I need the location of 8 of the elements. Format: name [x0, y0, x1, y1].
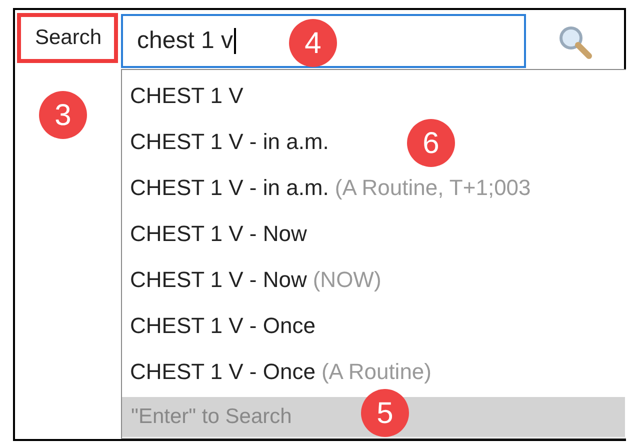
suggestion-item[interactable]: CHEST 1 V - Once	[122, 302, 316, 348]
suggestion-item[interactable]: CHEST 1 V - in a.m. (A Routine, T+1;003	[122, 164, 531, 210]
search-icon[interactable]	[557, 24, 593, 60]
suggestion-item[interactable]: CHEST 1 V - Now	[122, 210, 307, 256]
suggestion-item[interactable]: CHEST 1 V	[122, 72, 244, 118]
search-label: Search	[17, 13, 118, 63]
suggestion-item[interactable]: CHEST 1 V - in a.m.	[122, 118, 329, 164]
suggestion-item[interactable]: CHEST 1 V - Now (NOW)	[122, 256, 382, 302]
